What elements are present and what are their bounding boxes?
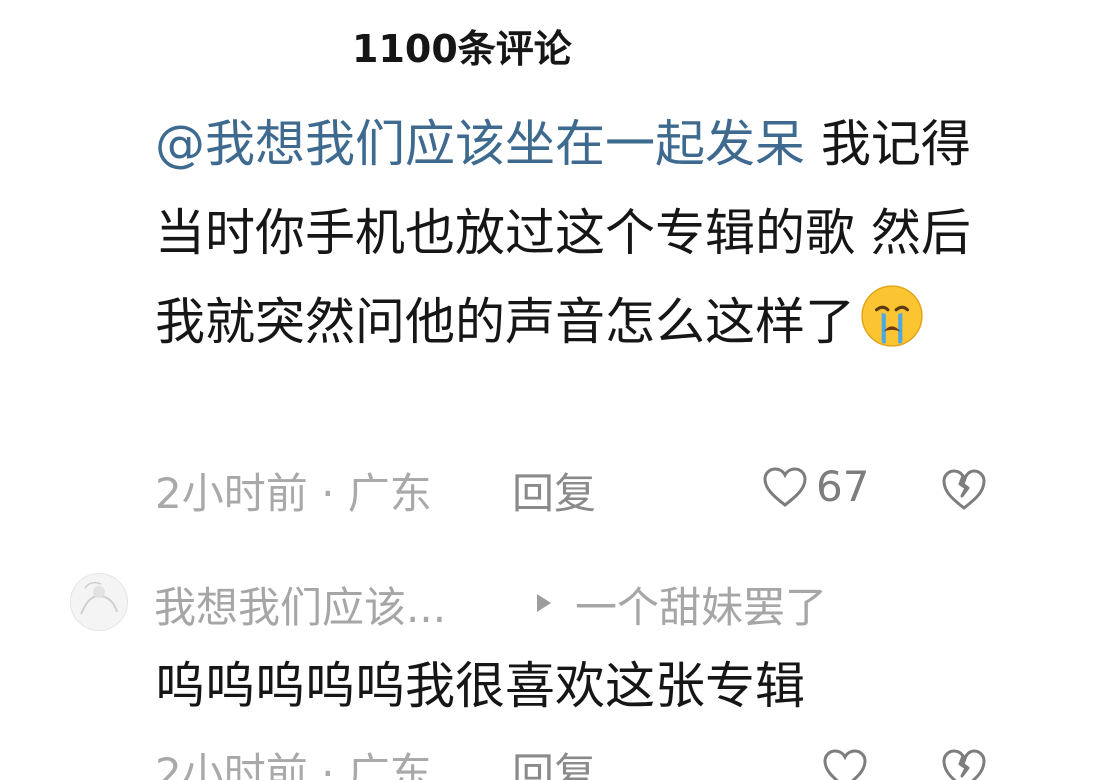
reply-button[interactable]: 回复 bbox=[512, 460, 596, 521]
like-button[interactable]: 67 bbox=[762, 462, 869, 511]
crying-face-icon bbox=[861, 285, 923, 347]
broken-heart-icon[interactable] bbox=[940, 466, 988, 514]
reply-meta: 2小时前 · 广东 回复 bbox=[155, 740, 596, 780]
reply-text: 呜呜呜呜呜我很喜欢这张专辑 bbox=[155, 657, 805, 715]
like-count: 67 bbox=[816, 462, 870, 511]
comment-time-location: 2小时前 · 广东 bbox=[155, 468, 432, 518]
reply-username[interactable]: 我想我们应该... bbox=[154, 574, 446, 635]
comments-page: 1100条评论 @我想我们应该坐在一起发呆 我记得当时你手机也放过这个专辑的歌 … bbox=[0, 0, 1110, 780]
comment-meta: 2小时前 · 广东 回复 bbox=[155, 460, 596, 520]
heart-icon bbox=[763, 466, 807, 507]
avatar[interactable] bbox=[70, 573, 128, 631]
mention-link[interactable]: @我想我们应该坐在一起发呆 bbox=[155, 115, 805, 173]
comment-count-title: 1100条评论 bbox=[352, 27, 572, 71]
reply-heart-icon[interactable] bbox=[822, 748, 868, 780]
avatar-image bbox=[71, 574, 127, 630]
reply-broken-heart-icon[interactable] bbox=[940, 746, 988, 780]
reply-header: 我想我们应该... 一个甜妹罢了 bbox=[70, 570, 1050, 640]
reply-reply-button[interactable]: 回复 bbox=[512, 740, 596, 780]
reply-arrow-icon bbox=[537, 594, 551, 612]
comment-body: @我想我们应该坐在一起发呆 我记得当时你手机也放过这个专辑的歌 然后我就突然问他… bbox=[155, 100, 985, 367]
reply-time-location: 2小时前 · 广东 bbox=[155, 748, 432, 780]
reply-target-username[interactable]: 一个甜妹罢了 bbox=[575, 574, 827, 635]
